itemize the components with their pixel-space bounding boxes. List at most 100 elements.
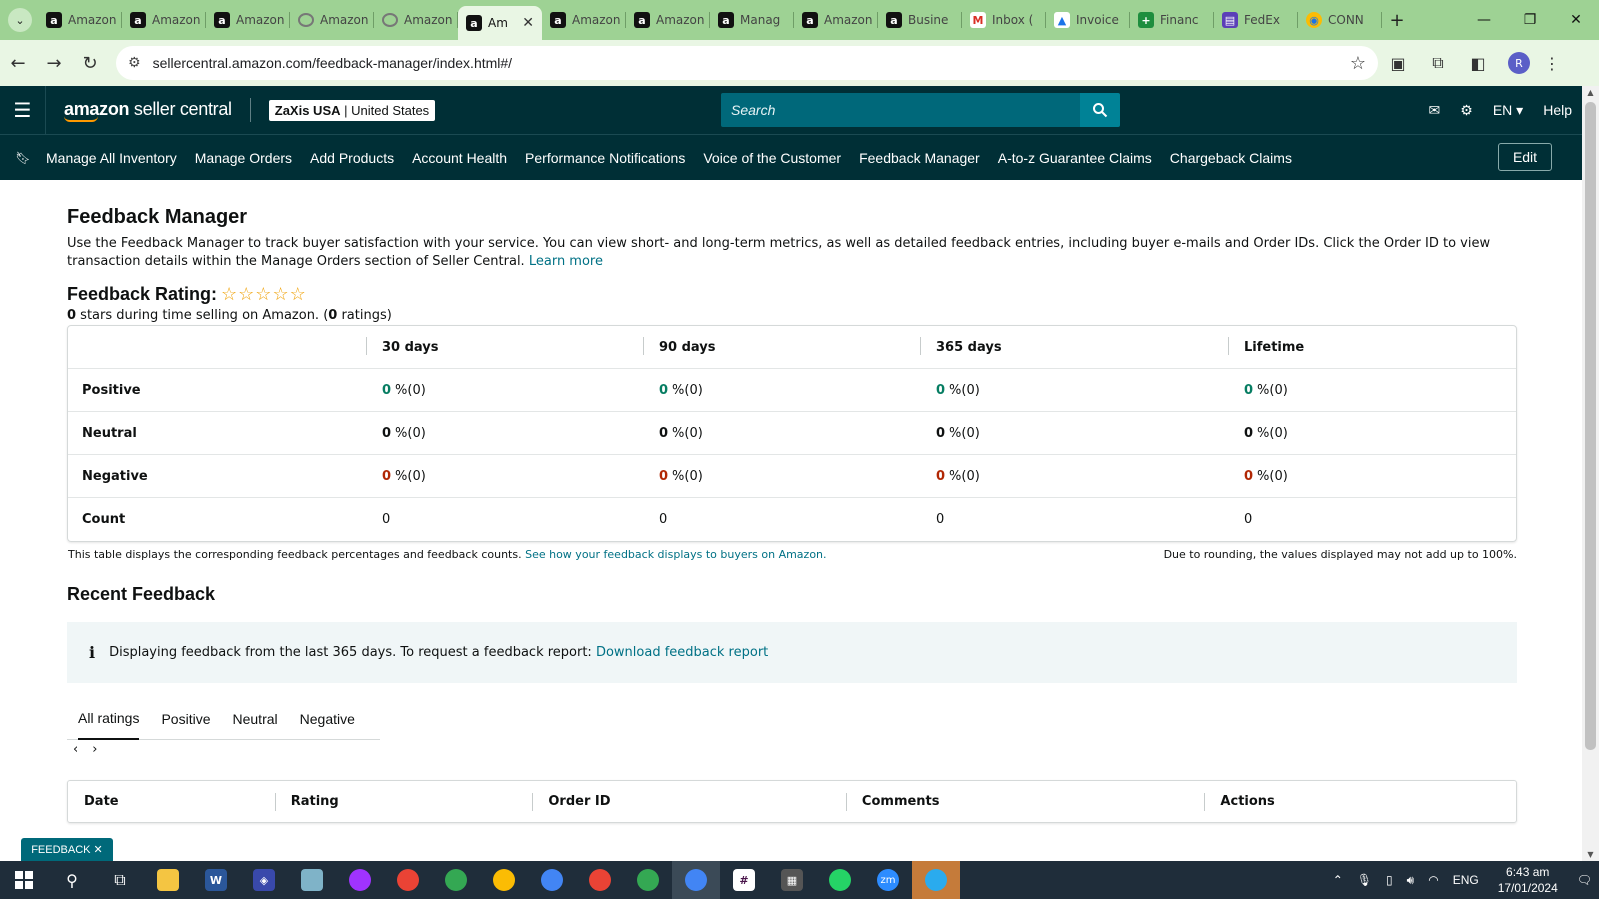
task-view-icon[interactable]: ⧉ [96, 861, 144, 899]
browser-tab[interactable]: a Amazon [794, 0, 878, 40]
column-header-rating[interactable]: Rating [274, 781, 533, 822]
browser-tab[interactable]: a Busine [878, 0, 962, 40]
restore-icon[interactable]: ❐ [1507, 12, 1553, 28]
slack-icon[interactable]: # [720, 861, 768, 899]
url-text[interactable]: sellercentral.amazon.com/feedback-manage… [153, 55, 1350, 71]
new-tab-button[interactable]: + [1382, 10, 1412, 31]
whatsapp-icon[interactable] [816, 861, 864, 899]
column-header-date[interactable]: Date [68, 781, 275, 822]
browser-tab[interactable]: ◉ CONN [1298, 0, 1382, 40]
chrome-icon-1[interactable] [384, 861, 432, 899]
chrome-icon-2[interactable] [432, 861, 480, 899]
browser-tab[interactable]: a Amazon [206, 0, 290, 40]
nav-link-manage-orders[interactable]: Manage Orders [195, 150, 292, 166]
chrome-icon-3[interactable] [480, 861, 528, 899]
microphone-icon[interactable]: 🎙︎ [1357, 873, 1372, 887]
minimize-icon[interactable]: — [1461, 12, 1507, 28]
store-selector[interactable]: ZaXis USA | United States [268, 99, 436, 121]
side-panel-icon[interactable]: ◧ [1458, 54, 1498, 73]
bookmark-icon[interactable]: 🔖︎ [0, 151, 46, 165]
browser-tab[interactable]: Amazon [290, 0, 374, 40]
language-selector[interactable]: EN ▾ [1493, 102, 1523, 119]
notifications-icon[interactable]: 🗨︎ [1577, 873, 1592, 887]
word-icon[interactable]: W [192, 861, 240, 899]
battery-icon[interactable]: ▯ [1386, 873, 1393, 887]
scrollbar-thumb[interactable] [1585, 102, 1596, 750]
input-language[interactable]: ENG [1453, 873, 1479, 887]
browser-tab[interactable]: M Inbox ( [962, 0, 1046, 40]
feedback-display-link[interactable]: See how your feedback displays to buyers… [525, 548, 826, 561]
browser-tab[interactable]: a Am ✕ [458, 6, 542, 40]
column-header-comments[interactable]: Comments [845, 781, 1205, 822]
chrome-icon-active[interactable] [672, 861, 720, 899]
nav-link-a-to-z-guarantee-claims[interactable]: A-to-z Guarantee Claims [998, 150, 1152, 166]
learn-more-link[interactable]: Learn more [529, 254, 603, 269]
nav-link-voice-of-the-customer[interactable]: Voice of the Customer [703, 150, 841, 166]
feedback-widget-button[interactable]: FEEDBACK ✕ [21, 838, 113, 861]
nav-link-chargeback-claims[interactable]: Chargeback Claims [1170, 150, 1292, 166]
edit-nav-button[interactable]: Edit [1498, 143, 1552, 171]
browser-tab[interactable]: a Amazon [626, 0, 710, 40]
tab-close-icon[interactable]: ✕ [522, 15, 534, 31]
tab-all-ratings[interactable]: All ratings [78, 698, 140, 740]
chrome-icon-6[interactable] [624, 861, 672, 899]
hamburger-menu-icon[interactable]: ☰ [0, 86, 46, 134]
browser-menu-icon[interactable]: ⋮ [1540, 54, 1564, 73]
zoom-icon[interactable]: zm [864, 861, 912, 899]
profile-avatar[interactable]: R [1508, 52, 1530, 74]
taskbar-clock[interactable]: 6:43 am 17/01/2024 [1498, 864, 1558, 896]
page-scrollbar[interactable]: ▲ ▼ [1582, 86, 1599, 861]
browser-tab[interactable]: Amazon [374, 0, 458, 40]
tab-positive[interactable]: Positive [161, 698, 210, 740]
windows-start-icon[interactable] [0, 861, 48, 899]
column-header-order-id[interactable]: Order ID [532, 781, 846, 822]
column-header-actions[interactable]: Actions [1204, 781, 1516, 822]
chevron-left-icon[interactable]: ‹ [73, 742, 78, 757]
reload-icon[interactable]: ↻ [72, 53, 108, 74]
settings-gear-icon[interactable]: ⚙ [1460, 102, 1473, 119]
nav-link-account-health[interactable]: Account Health [412, 150, 507, 166]
download-report-link[interactable]: Download feedback report [596, 645, 768, 660]
nav-link-feedback-manager[interactable]: Feedback Manager [859, 150, 980, 166]
extensions-puzzle-icon[interactable]: ⧉ [1418, 53, 1458, 73]
nav-link-add-products[interactable]: Add Products [310, 150, 394, 166]
search-icon[interactable] [1080, 93, 1120, 127]
scroll-down-icon[interactable]: ▼ [1582, 850, 1599, 859]
tray-chevron-up-icon[interactable]: ⌃ [1333, 873, 1343, 887]
forward-icon[interactable]: → [36, 53, 72, 74]
back-icon[interactable]: ← [0, 53, 36, 74]
close-window-icon[interactable]: ✕ [1553, 12, 1599, 28]
messenger-icon[interactable] [336, 861, 384, 899]
chrome-icon-4[interactable] [528, 861, 576, 899]
browser-tab[interactable]: + Financ [1130, 0, 1214, 40]
chrome-icon-5[interactable] [576, 861, 624, 899]
file-explorer-icon[interactable] [144, 861, 192, 899]
nav-link-performance-notifications[interactable]: Performance Notifications [525, 150, 685, 166]
wifi-icon[interactable]: ◠ [1428, 873, 1438, 887]
browser-tab[interactable]: a Amazon [122, 0, 206, 40]
browser-tab[interactable]: a Amazon [542, 0, 626, 40]
browser-tab[interactable]: ▤ FedEx [1214, 0, 1298, 40]
tab-negative[interactable]: Negative [300, 698, 355, 740]
chevron-right-icon[interactable]: › [92, 742, 97, 757]
app-shield-icon[interactable]: ◈ [240, 861, 288, 899]
browser-tab[interactable]: a Amazon [38, 0, 122, 40]
calculator-icon[interactable]: ▦ [768, 861, 816, 899]
search-input[interactable] [721, 93, 1080, 127]
browser-tab[interactable]: a Manag [710, 0, 794, 40]
extension-icon[interactable]: ▣ [1378, 54, 1418, 73]
address-bar[interactable]: ⚙ sellercentral.amazon.com/feedback-mana… [116, 46, 1378, 80]
scroll-up-icon[interactable]: ▲ [1582, 88, 1599, 97]
nav-link-manage-all-inventory[interactable]: Manage All Inventory [46, 150, 177, 166]
tab-search-button[interactable]: ⌄ [8, 8, 32, 32]
site-info-icon[interactable]: ⚙ [128, 55, 141, 71]
notes-icon[interactable] [288, 861, 336, 899]
volume-icon[interactable]: 🔊︎ [1407, 873, 1415, 888]
tab-neutral[interactable]: Neutral [233, 698, 278, 740]
browser-tab[interactable]: ▲ Invoice [1046, 0, 1130, 40]
seller-central-logo[interactable]: amazon seller central [64, 99, 232, 122]
mail-icon[interactable]: ✉ [1429, 102, 1441, 119]
telegram-icon[interactable] [912, 861, 960, 899]
search-taskbar-icon[interactable]: ⚲ [48, 861, 96, 899]
bookmark-star-icon[interactable]: ☆ [1350, 53, 1366, 74]
